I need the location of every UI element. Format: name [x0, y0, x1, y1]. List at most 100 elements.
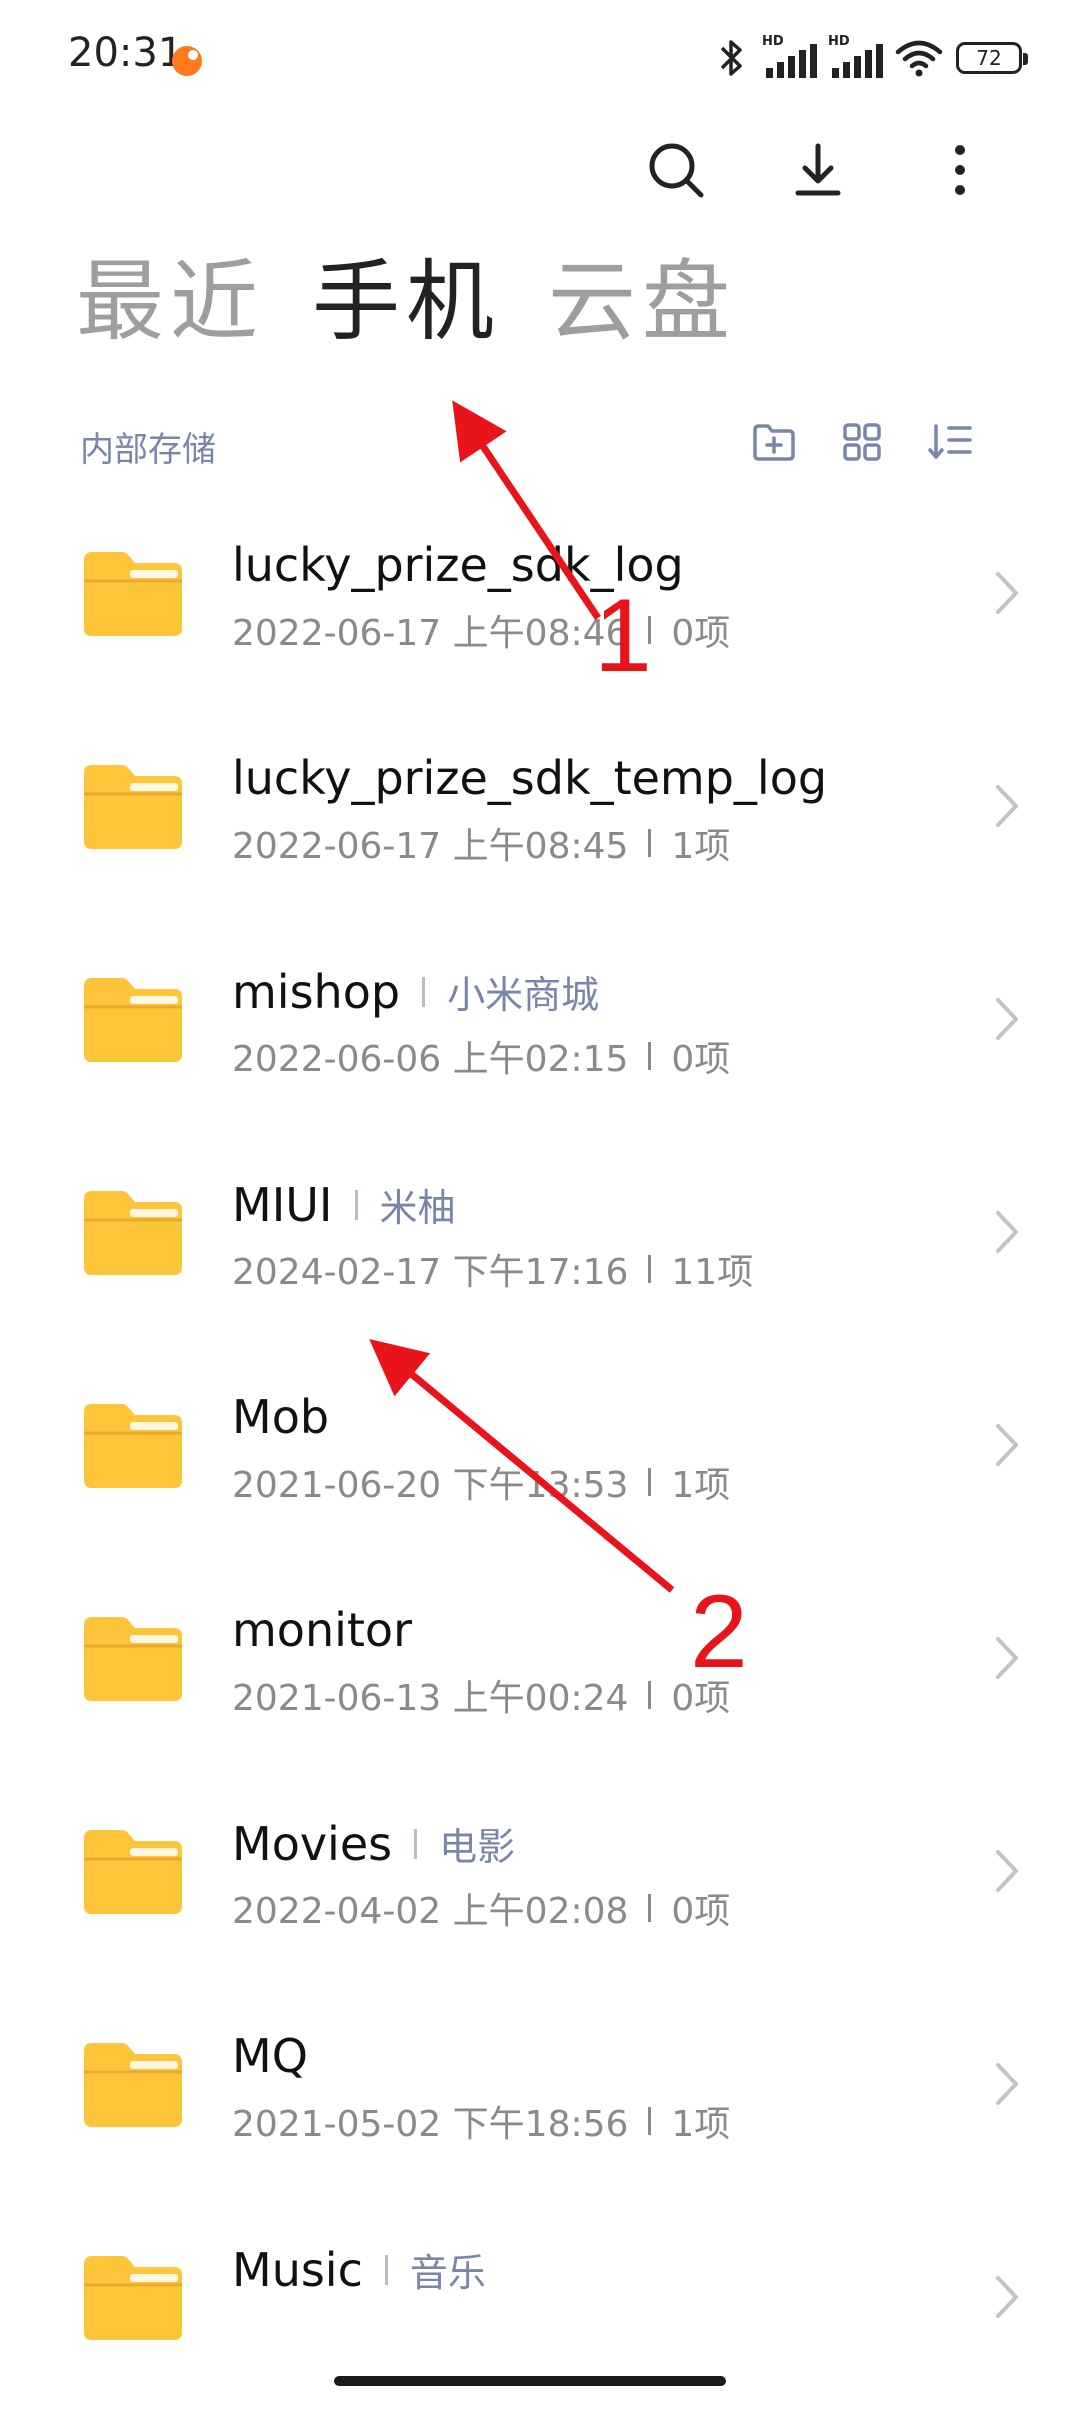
- sort-button[interactable]: [922, 414, 978, 470]
- file-name: monitor: [232, 1603, 412, 1657]
- download-button[interactable]: [778, 130, 858, 210]
- meta-separator: [648, 1681, 652, 1709]
- tab-phone[interactable]: 手机: [312, 258, 500, 346]
- file-name: MQ: [232, 2029, 308, 2083]
- grid-view-button[interactable]: [834, 414, 890, 470]
- chevron-right-icon: [996, 1637, 1018, 1679]
- more-vertical-icon: [955, 145, 965, 195]
- file-alias: 小米商城: [447, 973, 600, 1017]
- file-row[interactable]: MQ 2021-05-02 下午18:56 1项: [0, 2003, 1080, 2216]
- chevron-right-icon: [996, 1850, 1018, 1892]
- battery-icon: 72: [956, 42, 1028, 74]
- folder-icon: [84, 1191, 182, 1275]
- folder-icon: [84, 2256, 182, 2340]
- meta-separator: [648, 1894, 652, 1922]
- new-folder-button[interactable]: [746, 414, 802, 470]
- file-meta: 2021-06-13 上午00:24 0项: [232, 1669, 730, 1721]
- file-date: 2022-06-06 上午02:15: [232, 1039, 629, 1080]
- chevron-right-icon: [996, 998, 1018, 1040]
- file-meta: 2024-02-17 下午17:16 11项: [232, 1243, 753, 1295]
- file-row[interactable]: Movies 电影 2022-04-02 上午02:08 0项: [0, 1790, 1080, 2003]
- folder-icon: [84, 1617, 182, 1701]
- file-alias: 音乐: [409, 2251, 486, 2295]
- annotation-number-1: 1: [594, 578, 652, 694]
- signal-sim1-icon: HD: [762, 34, 817, 78]
- search-button[interactable]: [636, 130, 716, 210]
- file-date: 2024-02-17 下午17:16: [232, 1252, 629, 1293]
- file-item-count: 1项: [671, 826, 731, 867]
- download-icon: [795, 143, 841, 196]
- battery-level: 72: [976, 46, 1002, 70]
- file-item-count: 0项: [671, 1891, 731, 1932]
- search-icon: [649, 143, 704, 198]
- status-icons: HD HD 72: [714, 34, 1028, 80]
- folder-icon: [84, 2043, 182, 2127]
- file-row[interactable]: MIUI 米柚 2024-02-17 下午17:16 11项: [0, 1151, 1080, 1364]
- file-item-count: 0项: [671, 1039, 731, 1080]
- alias-separator: [422, 976, 426, 1007]
- breadcrumb-internal-storage[interactable]: 内部存储: [80, 422, 216, 471]
- file-name: mishop: [232, 964, 401, 1019]
- notification-app-icon: [172, 46, 202, 76]
- file-item-count: 1项: [671, 2104, 731, 2145]
- file-name-line: Music 音乐: [232, 2242, 486, 2297]
- chevron-right-icon: [996, 2063, 1018, 2105]
- file-row[interactable]: lucky_prize_sdk_temp_log 2022-06-17 上午08…: [0, 725, 1080, 938]
- new-folder-icon: [753, 424, 795, 461]
- file-name: Movies: [232, 1816, 393, 1871]
- chevron-right-icon: [996, 1211, 1018, 1253]
- meta-separator: [648, 2107, 652, 2135]
- file-meta: 2021-05-02 下午18:56 1项: [232, 2095, 730, 2147]
- grid-view-icon: [843, 423, 881, 461]
- status-bar: 20:31 HD HD 72: [0, 0, 1080, 110]
- file-item-count: 11项: [671, 1252, 754, 1293]
- folder-icon: [84, 552, 182, 636]
- meta-separator: [648, 1255, 652, 1283]
- file-meta: 2022-06-17 上午08:46 0项: [232, 604, 730, 656]
- alias-separator: [354, 1189, 358, 1220]
- folder-icon: [84, 765, 182, 849]
- file-row[interactable]: lucky_prize_sdk_log 2022-06-17 上午08:46 0…: [0, 512, 1080, 725]
- file-meta: 2022-04-02 上午02:08 0项: [232, 1882, 730, 1934]
- meta-separator: [648, 1042, 652, 1070]
- file-name-line: monitor: [232, 1603, 412, 1657]
- file-row[interactable]: mishop 小米商城 2022-06-06 上午02:15 0项: [0, 938, 1080, 1151]
- file-item-count: 1项: [671, 1465, 731, 1506]
- home-indicator[interactable]: [334, 2376, 726, 2386]
- file-name-line: MQ: [232, 2029, 308, 2083]
- folder-icon: [84, 1830, 182, 1914]
- location-tabs: 最近 手机 云盘: [76, 258, 736, 346]
- file-name: Music: [232, 2242, 363, 2297]
- more-button[interactable]: [920, 130, 1000, 210]
- file-meta: 2022-06-06 上午02:15 0项: [232, 1030, 730, 1082]
- chevron-right-icon: [996, 785, 1018, 827]
- file-name-line: MIUI 米柚: [232, 1177, 456, 1232]
- file-date: 2022-06-17 上午08:45: [232, 826, 629, 867]
- tab-cloud[interactable]: 云盘: [548, 258, 736, 346]
- file-row[interactable]: monitor 2021-06-13 上午00:24 0项: [0, 1577, 1080, 1790]
- annotation-number-2: 2: [690, 1574, 748, 1690]
- file-row[interactable]: Mob 2021-06-20 下午13:53 1项: [0, 1364, 1080, 1577]
- file-date: 2021-06-13 上午00:24: [232, 1678, 629, 1719]
- file-meta: 2022-06-17 上午08:45 1项: [232, 817, 730, 869]
- folder-icon: [84, 1404, 182, 1488]
- meta-separator: [648, 1468, 652, 1496]
- file-row[interactable]: Music 音乐: [0, 2216, 1080, 2429]
- file-date: 2022-06-17 上午08:46: [232, 613, 629, 654]
- alias-separator: [414, 1828, 418, 1859]
- file-name-line: mishop 小米商城: [232, 964, 599, 1019]
- chevron-right-icon: [996, 572, 1018, 614]
- chevron-right-icon: [996, 2276, 1018, 2318]
- file-date: 2021-06-20 下午13:53: [232, 1465, 629, 1506]
- chevron-right-icon: [996, 1424, 1018, 1466]
- file-item-count: 0项: [671, 613, 731, 654]
- file-meta: 2021-06-20 下午13:53 1项: [232, 1456, 730, 1508]
- file-name: MIUI: [232, 1177, 333, 1232]
- sort-icon: [928, 424, 972, 459]
- signal-sim2-icon: HD: [828, 34, 883, 78]
- alias-separator: [384, 2254, 388, 2285]
- file-name-line: Mob: [232, 1390, 329, 1444]
- file-alias: 米柚: [379, 1186, 456, 1230]
- tab-recent[interactable]: 最近: [76, 258, 264, 346]
- file-date: 2021-05-02 下午18:56: [232, 2104, 629, 2145]
